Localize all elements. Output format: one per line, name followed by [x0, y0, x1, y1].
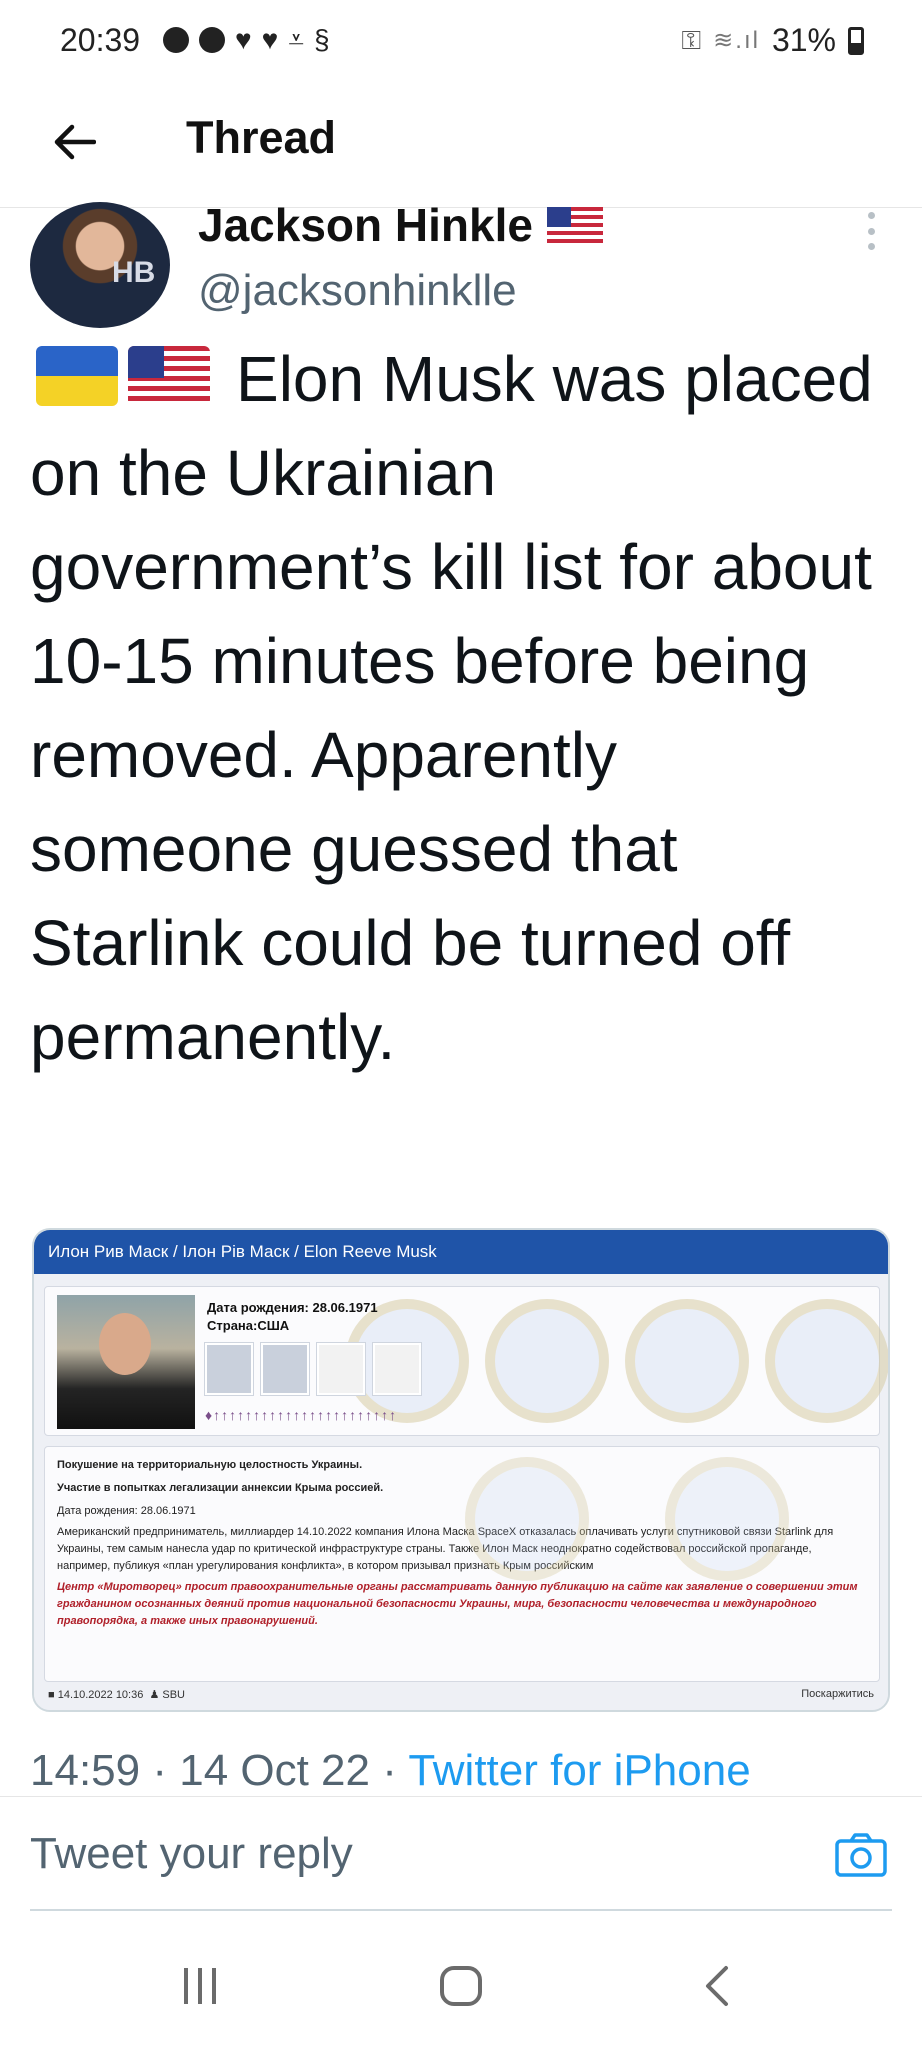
divider: [30, 1909, 892, 1911]
chevron-left-icon: [706, 1966, 728, 2006]
reply-input[interactable]: Tweet your reply: [30, 1829, 353, 1879]
author-name-text: Jackson Hinkle: [198, 199, 533, 251]
thumbnail-strip: [205, 1343, 421, 1395]
tweet-time: 14:59: [30, 1746, 141, 1795]
thumbnail: [317, 1343, 365, 1395]
avatar-text: HB: [112, 256, 156, 289]
wifi-signal-icon: ≋.ıl: [713, 27, 760, 54]
media-description-card: Покушение на территориальную целостность…: [44, 1446, 880, 1682]
dot-icon: [867, 243, 875, 250]
seal-watermark: [485, 1299, 609, 1423]
page-title: Thread: [186, 112, 337, 163]
status-bar: 20:39 ♥ ♥ ⩡ § ⚿ ≋.ıl 31%: [0, 0, 922, 84]
vpn-key-icon: ⚿: [681, 24, 702, 55]
circle-icon: [163, 27, 189, 53]
thumbnail: [261, 1343, 309, 1395]
seal-watermark: [625, 1299, 749, 1423]
system-nav-bar: [0, 1916, 922, 2048]
tweet-timestamp: 14:59 · 14 Oct 22 · Twitter for iPhone: [30, 1746, 751, 1795]
heart-icon: ♥: [235, 24, 252, 55]
media-footer-date: 14.10.2022 10:36: [57, 1689, 144, 1701]
home-button[interactable]: [438, 1964, 484, 2008]
avatar[interactable]: HB: [30, 202, 170, 328]
media-footer-author: SBU: [162, 1689, 185, 1701]
seal-watermark: [665, 1457, 789, 1581]
flag-usa-icon: [546, 207, 603, 243]
shazam-icon: §: [314, 24, 330, 55]
app-header: Thread: [0, 84, 922, 208]
country: Страна:США: [207, 1318, 290, 1333]
media-profile-card: Дата рождения: 28.06.1971 Страна:США ♦↑↑…: [44, 1286, 888, 1436]
tweet-text: Elon Musk was placed on the Ukrainian go…: [30, 343, 873, 1073]
notification-icons: ♥ ♥ ⩡ §: [163, 26, 330, 54]
status-time: 20:39: [60, 22, 141, 58]
media-notice: Центр «Миротворец» просит правоохранител…: [57, 1581, 858, 1627]
back-nav-button[interactable]: [702, 1964, 732, 2008]
media-header: Илон Рив Маск / Ілон Рів Маск / Elon Ree…: [34, 1230, 888, 1274]
author-handle[interactable]: @jacksonhinklle: [198, 266, 517, 316]
thumbnail: [205, 1343, 253, 1395]
dot-icon: [867, 227, 875, 235]
battery-percent: 31%: [771, 22, 836, 58]
tweet-date: 14 Oct 22: [179, 1746, 370, 1795]
profile-photo: [57, 1295, 195, 1429]
arrow-decoration: ♦↑↑↑↑↑↑↑↑↑↑↑↑↑↑↑↑↑↑↑↑↑↑↑: [205, 1407, 398, 1423]
author-name[interactable]: Jackson Hinkle: [198, 198, 603, 252]
camera-icon[interactable]: [834, 1831, 888, 1879]
battery-icon: [848, 26, 864, 55]
circle-icon: [199, 27, 225, 53]
back-button[interactable]: [44, 112, 104, 172]
tweet-source-link[interactable]: Twitter for iPhone: [408, 1746, 750, 1795]
system-icons: ⚿ ≋.ıl 31%: [681, 22, 864, 59]
profile-info: Дата рождения: 28.06.1971 Страна:США: [207, 1299, 378, 1335]
heart-icon: ♥: [261, 24, 279, 55]
dot-icon: [867, 212, 875, 219]
seal-watermark: [465, 1457, 589, 1581]
arrow-left-icon: [54, 124, 96, 160]
recent-apps-button[interactable]: [180, 1964, 220, 2008]
more-options-button[interactable]: [856, 206, 886, 256]
reply-bar: Tweet your reply: [0, 1796, 922, 1916]
thumbnail: [373, 1343, 421, 1395]
download-done-icon: ⩡: [288, 24, 305, 55]
seal-watermark: [765, 1299, 888, 1423]
media-footer: ■ 14.10.2022 10:36 ♟ SBU Поскаржитись: [34, 1682, 888, 1710]
media-footer-meta: ■ 14.10.2022 10:36 ♟ SBU: [48, 1689, 185, 1701]
birth-date: Дата рождения: 28.06.1971: [207, 1300, 378, 1315]
home-icon: [440, 1966, 482, 2006]
recent-apps-icon: [184, 1968, 216, 2004]
media-footer-action: Поскаржитись: [801, 1688, 874, 1700]
tweet-media-image[interactable]: Илон Рив Маск / Ілон Рів Маск / Elon Ree…: [32, 1228, 890, 1712]
